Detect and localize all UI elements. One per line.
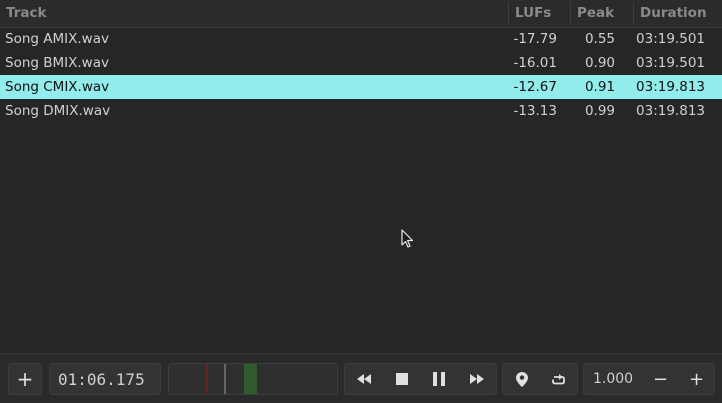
playback-toolbar: + 01:06.175 1.000 − +	[0, 353, 722, 403]
time-display: 01:06.175	[49, 363, 161, 395]
speed-increase-button[interactable]: +	[689, 369, 704, 390]
track-duration: 03:19.813	[636, 79, 705, 95]
loop-region	[244, 364, 257, 394]
rewind-icon	[356, 374, 371, 384]
column-header-track[interactable]: Track	[0, 0, 508, 27]
speed-value[interactable]: 1.000	[593, 371, 633, 387]
track-lufs: -17.79	[513, 31, 557, 47]
column-header-lufs[interactable]: LUFs	[509, 0, 570, 27]
track-peak: 0.91	[584, 79, 615, 95]
fast-forward-icon	[470, 374, 485, 384]
track-lufs: -12.67	[513, 79, 557, 95]
track-duration: 03:19.501	[636, 31, 705, 47]
track-peak: 0.99	[584, 103, 615, 119]
column-header-duration[interactable]: Duration	[634, 0, 722, 27]
add-track-button[interactable]: +	[8, 363, 42, 395]
stop-button[interactable]	[383, 364, 421, 394]
marker-loop-controls	[502, 363, 578, 395]
rewind-button[interactable]	[345, 364, 383, 394]
track-name: Song CMIX.wav	[5, 79, 110, 95]
speed-decrease-button[interactable]: −	[653, 369, 668, 390]
mouse-pointer-icon	[401, 229, 414, 248]
track-lufs: -16.01	[513, 55, 557, 71]
playback-speed-control: 1.000 − +	[583, 363, 715, 395]
stop-icon	[395, 373, 408, 385]
table-header: Track LUFs Peak Duration	[0, 0, 722, 28]
waveform-scrubber[interactable]	[168, 363, 338, 395]
track-name: Song BMIX.wav	[5, 55, 109, 71]
plus-icon: +	[16, 367, 34, 391]
loop-button[interactable]	[540, 364, 577, 394]
track-name: Song AMIX.wav	[5, 31, 109, 47]
table-row[interactable]: Song AMIX.wav -17.79 0.55 03:19.501	[0, 27, 722, 51]
waveform-overview	[169, 364, 337, 394]
pause-button[interactable]	[421, 364, 459, 394]
location-pin-icon	[515, 371, 528, 387]
column-header-peak[interactable]: Peak	[571, 0, 633, 27]
track-lufs: -13.13	[513, 103, 557, 119]
pause-icon	[433, 372, 446, 386]
track-name: Song DMIX.wav	[5, 103, 111, 119]
table-row[interactable]: Song DMIX.wav -13.13 0.99 03:19.813	[0, 99, 722, 123]
track-peak: 0.55	[584, 31, 615, 47]
loop-icon	[552, 373, 565, 384]
table-row[interactable]: Song BMIX.wav -16.01 0.90 03:19.501	[0, 51, 722, 75]
fast-forward-button[interactable]	[458, 364, 496, 394]
track-duration: 03:19.813	[636, 103, 705, 119]
marker-button[interactable]	[503, 364, 540, 394]
track-peak: 0.90	[584, 55, 615, 71]
track-duration: 03:19.501	[636, 55, 705, 71]
transport-controls	[344, 363, 497, 395]
table-row-selected[interactable]: Song CMIX.wav -12.67 0.91 03:19.813	[0, 75, 722, 99]
